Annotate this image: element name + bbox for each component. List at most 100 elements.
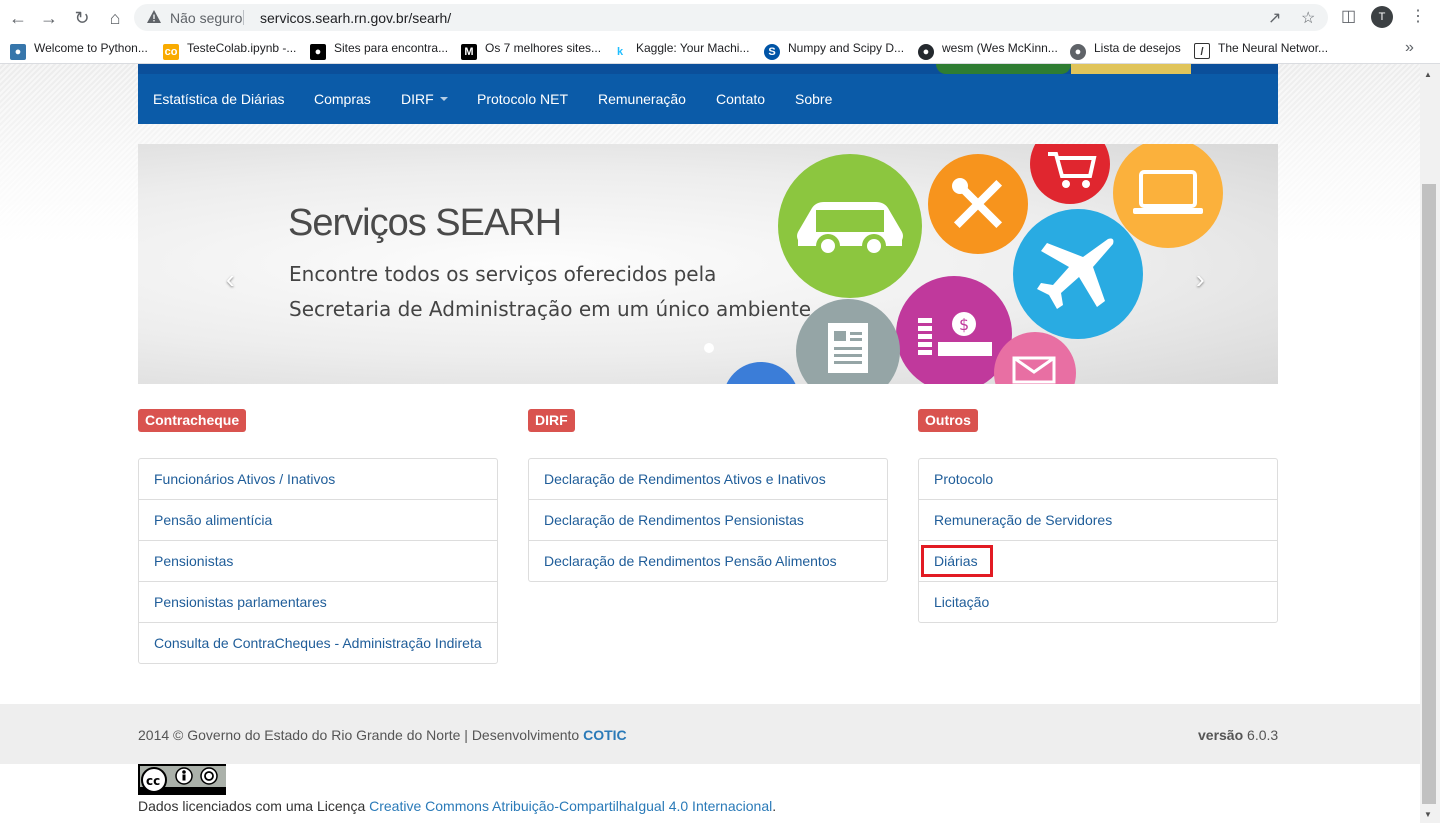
- github-icon: ●: [918, 44, 934, 60]
- carousel-text-line1: Encontre todos os serviços oferecidos pe…: [289, 262, 717, 286]
- bookmark-item[interactable]: / The Neural Networ...: [1194, 41, 1328, 59]
- bookmark-item[interactable]: ● wesm (Wes McKinn...: [918, 41, 1058, 60]
- list-item[interactable]: Funcionários Ativos / Inativos: [139, 459, 497, 499]
- nav-item-sobre[interactable]: Sobre: [795, 91, 832, 107]
- bookmark-label: Os 7 melhores sites...: [485, 41, 602, 55]
- bookmark-item[interactable]: ● Lista de desejos: [1070, 41, 1181, 60]
- home-icon[interactable]: ⌂: [103, 6, 127, 30]
- cotic-link[interactable]: COTIC: [583, 727, 627, 743]
- nav-item-dirf[interactable]: DIRF: [401, 91, 448, 107]
- license-text: Dados licenciados com uma Licença Creati…: [138, 798, 776, 814]
- bookmark-label: Numpy and Scipy D...: [788, 41, 905, 55]
- page-icon: /: [1194, 43, 1210, 59]
- bookmark-item[interactable]: ● Welcome to Python...: [10, 41, 148, 60]
- header-decoration: [1071, 64, 1191, 74]
- highlight-box: [921, 545, 993, 577]
- bookmark-label: Kaggle: Your Machi...: [636, 41, 750, 55]
- url-text[interactable]: servicos.searh.rn.gov.br/searh/: [260, 10, 451, 26]
- security-label[interactable]: Não seguro: [170, 10, 242, 26]
- footer-credits: 2014 © Governo do Estado do Rio Grande d…: [138, 727, 627, 743]
- version-value: 6.0.3: [1247, 727, 1279, 743]
- header-banner: [138, 64, 1278, 74]
- sidepanel-icon[interactable]: ◫: [1341, 6, 1356, 26]
- footer-text: 2014 © Governo do Estado do Rio Grande d…: [138, 727, 584, 743]
- list-item[interactable]: Protocolo: [919, 459, 1277, 499]
- medium-icon: ●: [310, 44, 326, 60]
- bookmark-item[interactable]: M Os 7 melhores sites...: [461, 41, 602, 60]
- footer: 2014 © Governo do Estado do Rio Grande d…: [0, 704, 1420, 764]
- section-label-contracheque: Contracheque: [138, 409, 247, 432]
- section-label-dirf: DIRF: [528, 409, 575, 432]
- license-suffix: .: [772, 798, 777, 814]
- star-icon[interactable]: ☆: [1301, 8, 1315, 28]
- decorative-circle: [723, 362, 799, 384]
- kaggle-icon: k: [612, 44, 628, 60]
- version-info: versão 6.0.3: [1198, 727, 1278, 743]
- warning-icon: [147, 10, 161, 23]
- divider: [243, 10, 244, 25]
- scipy-icon: S: [764, 44, 780, 60]
- carousel-next-icon[interactable]: ›: [1196, 264, 1205, 295]
- back-icon[interactable]: ←: [6, 6, 30, 30]
- carousel-indicator[interactable]: [704, 343, 714, 353]
- browser-toolbar: ← → ↻ ⌂ Não seguro servicos.searh.rn.gov…: [0, 0, 1440, 35]
- cc-license-badge[interactable]: cc: [138, 764, 226, 795]
- header-decoration: [936, 64, 1071, 74]
- list-item[interactable]: Declaração de Rendimentos Ativos e Inati…: [529, 459, 887, 499]
- nav-item-compras[interactable]: Compras: [314, 91, 371, 107]
- list-item[interactable]: Pensionistas: [139, 540, 497, 581]
- bookmark-label: The Neural Networ...: [1218, 41, 1329, 55]
- carousel-title: Serviços SEARH: [288, 202, 562, 244]
- document-icon: [796, 299, 900, 384]
- svg-text:cc: cc: [146, 774, 160, 788]
- bookmark-label: TesteColab.ipynb -...: [187, 41, 297, 55]
- colab-icon: co: [163, 44, 179, 60]
- list-item[interactable]: Pensão alimentícia: [139, 499, 497, 540]
- bookmark-item[interactable]: co TesteColab.ipynb -...: [163, 41, 297, 60]
- bookmark-item[interactable]: k Kaggle: Your Machi...: [612, 41, 750, 60]
- list-item[interactable]: Remuneração de Servidores: [919, 499, 1277, 540]
- scrollbar-thumb[interactable]: [1422, 184, 1436, 804]
- medium-m-icon: M: [461, 44, 477, 60]
- hero-carousel: Serviços SEARH Encontre todos os serviço…: [138, 144, 1278, 384]
- bookmark-item[interactable]: S Numpy and Scipy D...: [764, 41, 905, 60]
- main-navbar: Estatística de Diárias Compras DIRF Prot…: [138, 74, 1278, 124]
- nav-item-label: DIRF: [401, 91, 434, 107]
- mail-icon: [994, 332, 1076, 384]
- bookmark-item[interactable]: ● Sites para encontra...: [310, 41, 449, 60]
- nav-item-protocolo-net[interactable]: Protocolo NET: [477, 91, 568, 107]
- list-outros: Protocolo Remuneração de Servidores Diár…: [918, 458, 1278, 623]
- reload-icon[interactable]: ↻: [70, 6, 94, 30]
- python-icon: ●: [10, 44, 26, 60]
- scroll-up-icon[interactable]: ▲: [1424, 70, 1432, 79]
- avatar[interactable]: T: [1371, 6, 1393, 28]
- caret-down-icon: [439, 97, 448, 101]
- forward-icon[interactable]: →: [37, 6, 61, 30]
- globe-icon: ●: [1070, 44, 1086, 60]
- version-label: versão: [1198, 727, 1244, 743]
- svg-text:$: $: [959, 315, 969, 334]
- airplane-icon: [1013, 209, 1143, 339]
- address-bar[interactable]: Não seguro servicos.searh.rn.gov.br/sear…: [134, 4, 1328, 31]
- scroll-down-icon[interactable]: ▼: [1424, 810, 1432, 819]
- share-icon[interactable]: ↗: [1268, 8, 1281, 28]
- menu-icon[interactable]: ⋮: [1410, 6, 1426, 26]
- bookmark-label: Lista de desejos: [1094, 41, 1181, 55]
- bookmark-label: Sites para encontra...: [334, 41, 449, 55]
- list-item[interactable]: Declaração de Rendimentos Pensão Aliment…: [529, 540, 887, 581]
- carousel-text-line2: Secretaria de Administração em um único …: [289, 297, 818, 321]
- carousel-prev-icon[interactable]: ‹: [226, 264, 235, 295]
- bookmark-label: Welcome to Python...: [34, 41, 148, 55]
- license-link[interactable]: Creative Commons Atribuição-CompartilhaI…: [369, 798, 772, 814]
- list-item[interactable]: Declaração de Rendimentos Pensionistas: [529, 499, 887, 540]
- chevron-right-icon[interactable]: »: [1405, 39, 1414, 57]
- list-item[interactable]: Pensionistas parlamentares: [139, 581, 497, 622]
- list-contracheque: Funcionários Ativos / Inativos Pensão al…: [138, 458, 498, 664]
- license-prefix: Dados licenciados com uma Licença: [138, 798, 370, 814]
- nav-item-estatistica[interactable]: Estatística de Diárias: [153, 91, 285, 107]
- list-item[interactable]: Licitação: [919, 581, 1277, 622]
- list-item[interactable]: Consulta de ContraCheques - Administraçã…: [139, 622, 497, 663]
- nav-item-contato[interactable]: Contato: [716, 91, 765, 107]
- nav-item-remuneracao[interactable]: Remuneração: [598, 91, 686, 107]
- bookmark-label: wesm (Wes McKinn...: [942, 41, 1058, 55]
